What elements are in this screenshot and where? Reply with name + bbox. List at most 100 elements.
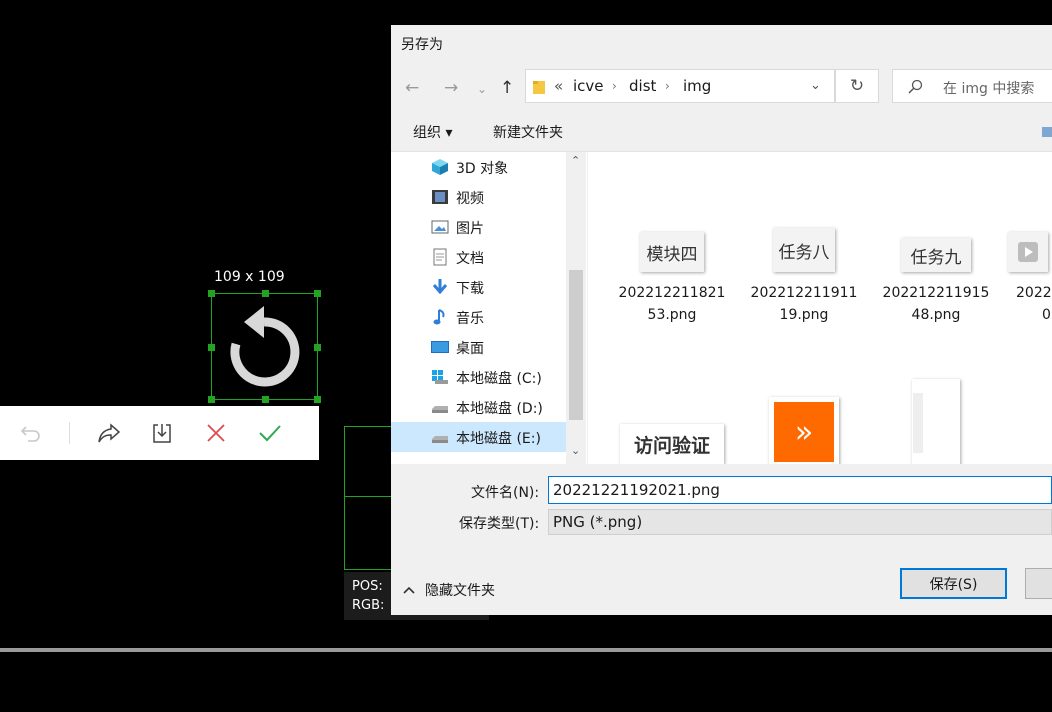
search-input[interactable]: 在 img 中搜索: [892, 69, 1052, 103]
undo-button[interactable]: [16, 418, 46, 448]
file-item[interactable]: 模块四 202212211821 53.png: [612, 232, 732, 326]
nav-item-label: 音乐: [456, 311, 484, 327]
download-icon: [432, 279, 448, 295]
check-icon: [259, 425, 281, 442]
breadcrumb-separator-icon: ›: [665, 79, 670, 93]
resize-handle-r[interactable]: [314, 344, 321, 351]
resize-handle-b[interactable]: [262, 396, 269, 403]
hide-folders-label: 隐藏文件夹: [425, 583, 495, 599]
secondary-selection-divider: [344, 496, 392, 497]
nav-item-label: 本地磁盘 (E:): [456, 431, 541, 447]
thumbnail-stripe: [913, 393, 923, 453]
capture-toolbar: [0, 406, 319, 460]
nav-item-pictures[interactable]: 图片: [391, 212, 566, 242]
filetype-value: PNG (*.png): [553, 513, 643, 531]
file-item[interactable]: 任务九 202212211915 48.png: [876, 232, 996, 326]
breadcrumb-icve[interactable]: icve: [573, 77, 604, 95]
file-item[interactable]: 2022 0: [1008, 232, 1052, 326]
breadcrumb-img[interactable]: img: [683, 77, 711, 95]
cancel-button[interactable]: [1025, 568, 1052, 599]
nav-item-label: 本地磁盘 (D:): [456, 401, 543, 417]
share-icon: [98, 423, 121, 443]
file-name-line1: 202212211915: [882, 285, 990, 301]
document-icon: [433, 248, 447, 266]
scroll-down-icon[interactable]: ⌄: [571, 444, 580, 457]
file-item[interactable]: 202212211919: [876, 379, 996, 464]
nav-item-drive-e[interactable]: 本地磁盘 (E:): [391, 422, 566, 452]
nav-item-label: 3D 对象: [456, 161, 509, 177]
pictures-icon: [431, 220, 449, 234]
file-item[interactable]: 任务八 202212211911 19.png: [744, 228, 864, 326]
video-icon: [432, 190, 448, 204]
resize-handle-t[interactable]: [262, 290, 269, 297]
file-thumbnail: [912, 379, 960, 464]
nav-item-drive-d[interactable]: 本地磁盘 (D:): [391, 392, 566, 422]
file-item[interactable]: 访问验证 202212211917: [612, 424, 732, 464]
music-icon: [433, 309, 445, 325]
save-button[interactable]: 保存(S): [900, 568, 1007, 599]
filetype-select[interactable]: PNG (*.png): [548, 509, 1052, 535]
recent-dropdown-icon[interactable]: ⌄: [477, 82, 487, 96]
search-icon: [908, 79, 923, 94]
resize-handle-bl[interactable]: [208, 396, 215, 403]
forward-arrow-icon[interactable]: →: [444, 78, 458, 98]
command-bar: 组织 ▾ 新建文件夹: [391, 113, 1052, 151]
nav-item-desktop[interactable]: 桌面: [391, 332, 566, 362]
nav-item-label: 下载: [456, 281, 484, 297]
share-button[interactable]: [94, 418, 124, 448]
filename-input[interactable]: 20221221192021.png: [548, 476, 1052, 504]
file-thumbnail: 模块四: [640, 232, 704, 272]
nav-item-videos[interactable]: 视频: [391, 182, 566, 212]
scroll-up-icon[interactable]: ⌃: [571, 154, 580, 167]
nav-item-downloads[interactable]: 下载: [391, 272, 566, 302]
navigation-pane: 3D 对象 视频 图片 文档 下载 音乐 桌面 本地磁盘 (C:) 本地磁盘 (…: [391, 152, 587, 464]
resize-handle-br[interactable]: [314, 396, 321, 403]
nav-item-drive-c[interactable]: 本地磁盘 (C:): [391, 362, 566, 392]
view-options-icon[interactable]: [1042, 126, 1052, 138]
nav-item-3d-objects[interactable]: 3D 对象: [391, 152, 566, 182]
new-folder-button[interactable]: 新建文件夹: [493, 122, 563, 142]
nav-item-label: 视频: [456, 191, 484, 207]
chevron-down-icon[interactable]: ⌄: [810, 78, 821, 93]
resize-handle-l[interactable]: [208, 344, 215, 351]
undo-arrow-icon: [230, 306, 300, 387]
address-bar[interactable]: « icve › dist › img ⌄: [525, 69, 835, 103]
file-name-line2: 19.png: [779, 307, 829, 323]
organize-menu[interactable]: 组织 ▾: [413, 122, 452, 142]
refresh-icon: ↻: [849, 76, 865, 96]
resize-handle-tl[interactable]: [208, 290, 215, 297]
selection-box[interactable]: [208, 290, 321, 403]
secondary-selection-frame: [344, 426, 392, 570]
folder-icon: [533, 81, 545, 94]
nav-item-label: 本地磁盘 (C:): [456, 371, 542, 387]
cancel-capture-button[interactable]: [201, 418, 231, 448]
dialog-title: 另存为: [401, 37, 443, 53]
breadcrumb-dist[interactable]: dist: [629, 77, 656, 95]
refresh-button[interactable]: ↻: [835, 69, 879, 103]
desktop-icon: [431, 341, 449, 353]
resize-handle-tr[interactable]: [314, 290, 321, 297]
filetype-label: 保存类型(T):: [459, 516, 540, 532]
breadcrumb-overflow[interactable]: «: [554, 77, 563, 95]
file-name-line2: 48.png: [911, 307, 961, 323]
back-arrow-icon[interactable]: ←: [405, 78, 419, 98]
file-thumbnail: 访问验证: [620, 424, 724, 464]
scroll-thumb[interactable]: [569, 270, 583, 420]
hide-folders-toggle[interactable]: 隐藏文件夹: [403, 580, 495, 600]
nav-item-documents[interactable]: 文档: [391, 242, 566, 272]
file-item[interactable]: » 202212211918: [744, 397, 864, 464]
selection-size-label: 109 x 109: [214, 269, 285, 285]
close-icon: [207, 424, 225, 442]
file-thumbnail: 任务九: [901, 238, 971, 272]
download-button[interactable]: [147, 418, 177, 448]
up-arrow-icon[interactable]: ↑: [500, 78, 514, 98]
cube-icon: [432, 159, 448, 175]
nav-item-music[interactable]: 音乐: [391, 302, 566, 332]
filename-label: 文件名(N):: [471, 485, 540, 501]
confirm-capture-button[interactable]: [255, 418, 285, 448]
navigation-scrollbar[interactable]: ⌃ ⌄: [566, 152, 586, 464]
play-icon: [1018, 242, 1038, 262]
nav-item-label: 桌面: [456, 341, 484, 357]
breadcrumb-separator-icon: ›: [612, 79, 617, 93]
toolbar-divider: [69, 422, 70, 444]
